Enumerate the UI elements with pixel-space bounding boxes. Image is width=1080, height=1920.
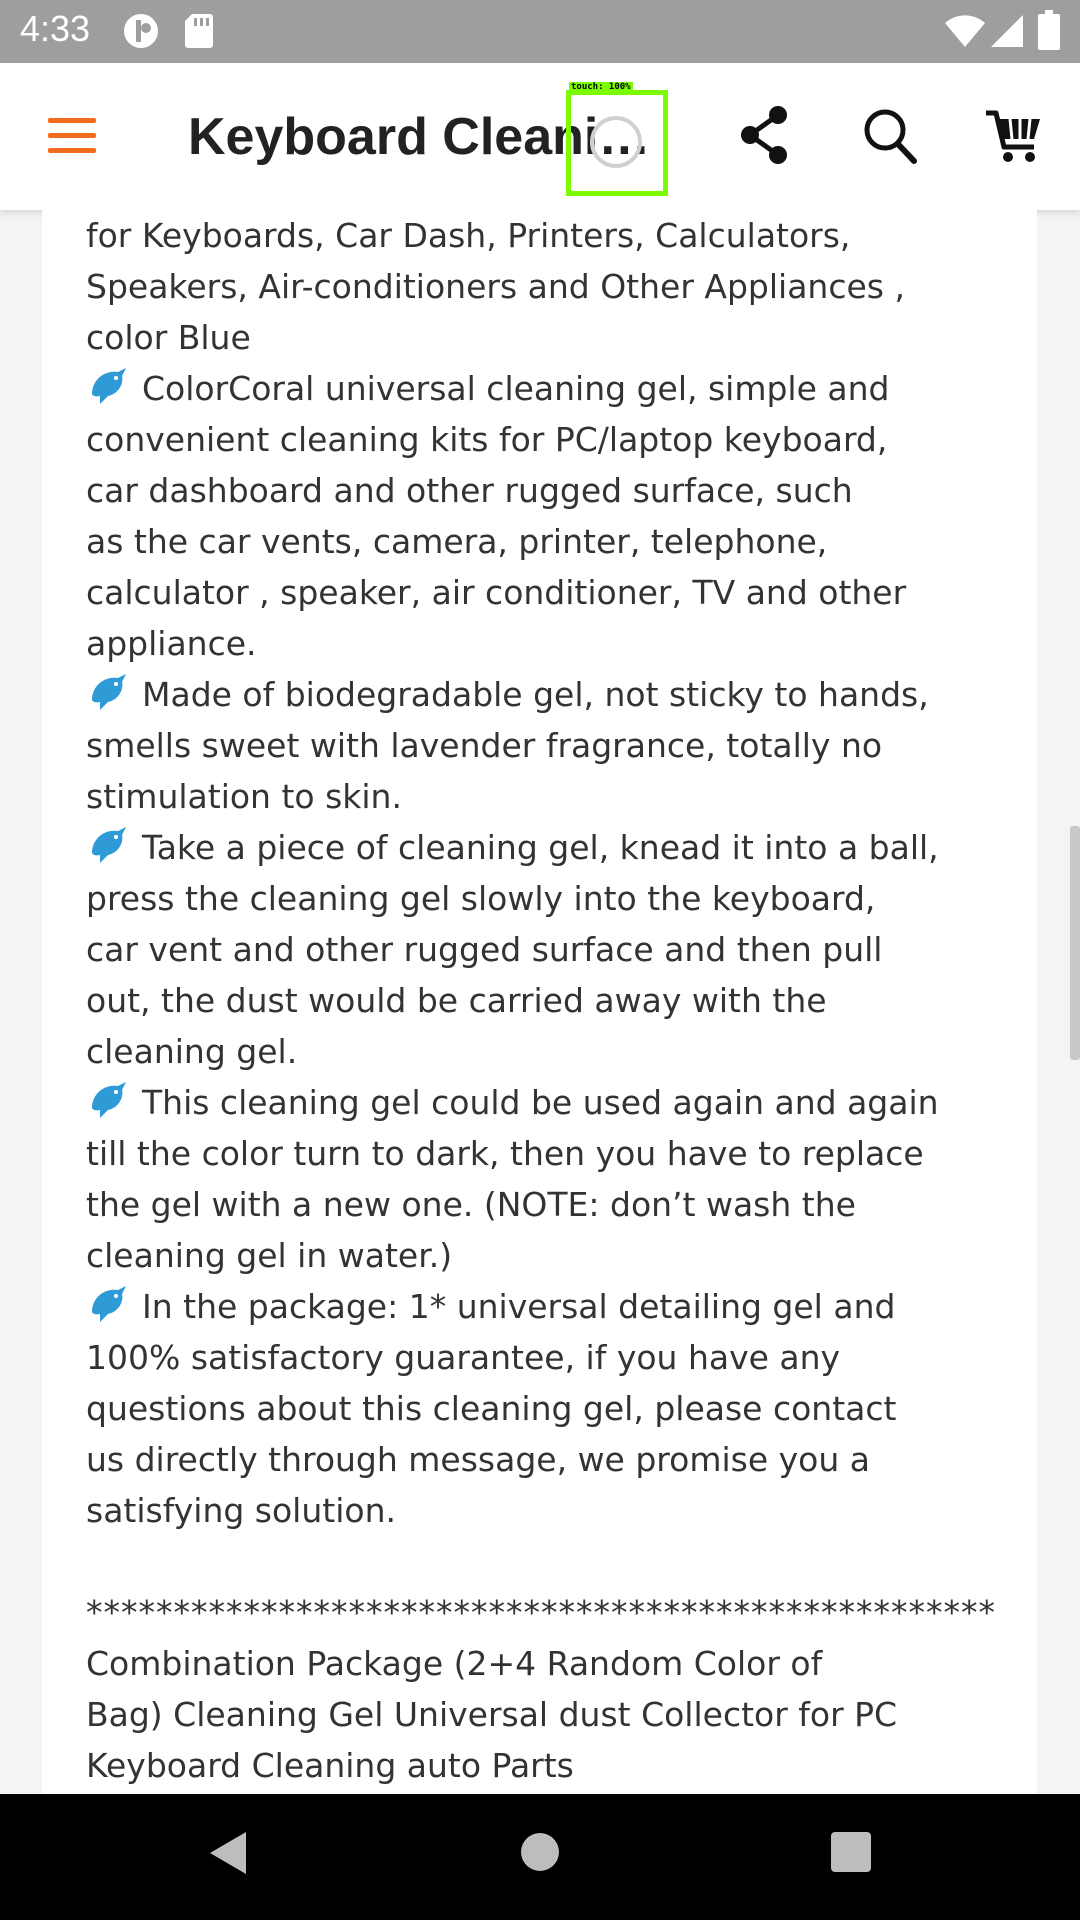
description-bullet-line: In the package: 1* universal detailing g…	[86, 1281, 1026, 1332]
wifi-icon	[945, 15, 985, 48]
description-line: stimulation to skin.	[86, 777, 402, 816]
description-line: as the car vents, camera, printer, telep…	[86, 522, 828, 561]
touch-indicator	[566, 90, 668, 196]
description-line: 100% satisfactory guarantee, if you have…	[86, 1338, 841, 1377]
description-line-text: Take a piece of cleaning gel, knead it i…	[142, 828, 939, 867]
home-icon[interactable]	[521, 1833, 559, 1871]
dolphin-icon	[92, 827, 126, 863]
dolphin-icon	[92, 1082, 126, 1118]
search-icon[interactable]	[862, 107, 918, 165]
description-line: till the color turn to dark, then you ha…	[86, 1134, 924, 1173]
app-bar: Keyboard Cleaning Gel	[0, 63, 1080, 210]
status-bar: 4:33	[0, 0, 1080, 63]
battery-icon	[1038, 10, 1060, 50]
description-bullet-line: This cleaning gel could be used again an…	[86, 1077, 1026, 1128]
description-line-text: In the package: 1* universal detailing g…	[142, 1287, 896, 1326]
product-description-card: for Keyboards, Car Dash, Printers, Calcu…	[42, 210, 1037, 1794]
description-line: cleaning gel.	[86, 1032, 298, 1071]
description-bullet-line: Made of biodegradable gel, not sticky to…	[86, 669, 1026, 720]
description-bullet-line: Take a piece of cleaning gel, knead it i…	[86, 822, 1026, 873]
description-line: cleaning gel in water.)	[86, 1236, 453, 1275]
menu-icon[interactable]	[44, 112, 100, 160]
description-line: Speakers, Air-conditioners and Other App…	[86, 267, 905, 306]
dolphin-icon	[92, 1286, 126, 1322]
status-time: 4:33	[20, 8, 91, 49]
cellular-signal-icon	[991, 15, 1023, 47]
description-line: the gel with a new one. (NOTE: don’t was…	[86, 1185, 856, 1224]
sd-card-icon	[185, 14, 213, 48]
description-line: press the cleaning gel slowly into the k…	[86, 879, 876, 918]
description-line-text: This cleaning gel could be used again an…	[142, 1083, 939, 1122]
description-line: Keyboard Cleaning auto Parts	[86, 1746, 574, 1785]
share-icon[interactable]	[738, 105, 790, 165]
description-line: for Keyboards, Car Dash, Printers, Calcu…	[86, 216, 851, 255]
description-bullet-line: ColorCoral universal cleaning gel, simpl…	[86, 363, 1026, 414]
description-line: convenient cleaning kits for PC/laptop k…	[86, 420, 888, 459]
description-line-text: Made of biodegradable gel, not sticky to…	[142, 675, 929, 714]
description-line: car vent and other rugged surface and th…	[86, 930, 883, 969]
description-line: Bag) Cleaning Gel Universal dust Collect…	[86, 1695, 898, 1734]
recents-icon[interactable]	[831, 1832, 871, 1872]
dolphin-icon	[92, 368, 126, 404]
description-line: questions about this cleaning gel, pleas…	[86, 1389, 897, 1428]
description-line: color Blue	[86, 318, 251, 357]
description-line: appliance.	[86, 624, 257, 663]
scrollbar-thumb[interactable]	[1070, 826, 1080, 1060]
description-spacer	[86, 1536, 1026, 1587]
navigation-bar	[0, 1794, 1080, 1920]
touch-label: touch: 100%	[569, 82, 633, 92]
dolphin-icon	[92, 674, 126, 710]
description-line: smells sweet with lavender fragrance, to…	[86, 726, 883, 765]
description-line: out, the dust would be carried away with…	[86, 981, 827, 1020]
description-line-text: ColorCoral universal cleaning gel, simpl…	[142, 369, 890, 408]
description-line: calculator , speaker, air conditioner, T…	[86, 573, 907, 612]
description-line: satisfying solution.	[86, 1491, 396, 1530]
description-line: car dashboard and other rugged surface, …	[86, 471, 853, 510]
description-line: us directly through message, we promise …	[86, 1440, 870, 1479]
product-description: for Keyboards, Car Dash, Printers, Calcu…	[86, 210, 1026, 1791]
cart-icon[interactable]	[984, 107, 1042, 165]
data-saver-icon	[124, 14, 158, 48]
description-separator: ****************************************…	[86, 1593, 996, 1632]
back-icon[interactable]	[208, 1830, 248, 1876]
description-line: Combination Package (2+4 Random Color of	[86, 1644, 823, 1683]
